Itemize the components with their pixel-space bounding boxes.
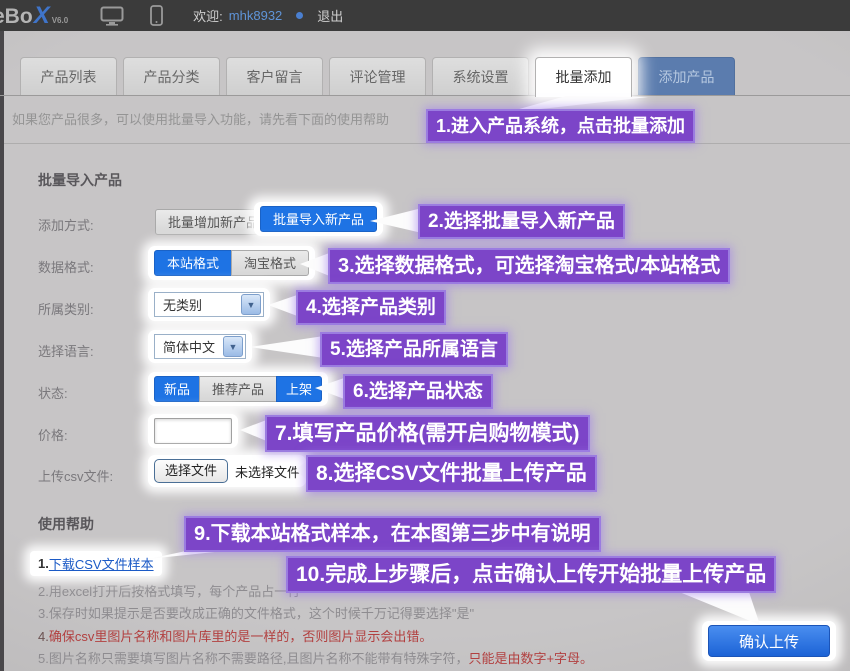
chevron-down-icon: ▼ bbox=[241, 294, 261, 315]
annotation-step-8: 8.选择CSV文件批量上传产品 bbox=[308, 457, 595, 490]
annotation-step-2: 2.选择批量导入新产品 bbox=[420, 206, 623, 237]
annotation-step-4: 4.选择产品类别 bbox=[298, 292, 444, 323]
annotation-step-6: 6.选择产品状态 bbox=[345, 376, 491, 407]
window-left-edge bbox=[0, 31, 4, 671]
button-batch-import-products[interactable]: 批量导入新产品 bbox=[260, 206, 377, 232]
file-status-text: 未选择文件 bbox=[235, 462, 300, 481]
highlight-language-select: 简体中文 ▼ bbox=[148, 330, 252, 363]
annotation-step-1: 1.进入产品系统，点击批量添加 bbox=[428, 111, 693, 141]
highlight-status-group: 新品 推荐产品 上架 bbox=[148, 372, 328, 406]
language-select-value: 简体中文 bbox=[163, 337, 215, 356]
button-status-on-shelf[interactable]: 上架 bbox=[276, 376, 322, 402]
label-data-format: 数据格式: bbox=[38, 257, 94, 276]
section-title-help: 使用帮助 bbox=[38, 514, 94, 534]
help-item-5: 5.图片名称只需要填写图片名称不需要路径,且图片名称不能带有特殊字符，只能是由数… bbox=[38, 648, 593, 667]
app-logo: eBoXV6.0 bbox=[0, 2, 68, 30]
tab-product-list[interactable]: 产品列表 bbox=[20, 57, 117, 95]
choose-file-button[interactable]: 选择文件 bbox=[154, 459, 228, 483]
highlight-price-input bbox=[148, 414, 238, 448]
label-status: 状态: bbox=[38, 383, 68, 402]
help-item-4: 4.确保csv里图片名称和图片库里的是一样的，否则图片显示会出错。 bbox=[38, 626, 432, 645]
logo-x: X bbox=[34, 2, 50, 30]
help-item-3: 3.保存时如果提示是否要改成正确的文件格式，这个时候千万记得要选择"是" bbox=[38, 603, 474, 622]
label-price: 价格: bbox=[38, 425, 68, 444]
label-category: 所属类别: bbox=[38, 299, 94, 318]
highlight-batch-import-button: 批量导入新产品 bbox=[254, 202, 383, 236]
logout-button[interactable]: 退出 bbox=[317, 6, 343, 25]
logo-text: eBo bbox=[0, 5, 33, 29]
help-item-number: 1. bbox=[38, 556, 49, 571]
button-status-recommended[interactable]: 推荐产品 bbox=[199, 376, 277, 402]
download-csv-sample-link[interactable]: 下载CSV文件样本 bbox=[49, 554, 154, 573]
chevron-down-icon: ▼ bbox=[223, 336, 243, 357]
category-select-value: 无类别 bbox=[163, 295, 202, 314]
annotation-step-5: 5.选择产品所属语言 bbox=[322, 334, 506, 365]
notice-text: 如果您产品很多，可以使用批量导入功能，请先看下面的使用帮助 bbox=[12, 96, 389, 143]
button-status-new[interactable]: 新品 bbox=[154, 376, 200, 402]
language-select[interactable]: 简体中文 ▼ bbox=[154, 334, 246, 359]
annotation-step-3: 3.选择数据格式，可选择淘宝格式/本站格式 bbox=[330, 250, 728, 282]
annotation-step-9: 9.下载本站格式样本，在本图第三步中有说明 bbox=[186, 518, 599, 550]
status-dot-icon bbox=[296, 12, 303, 19]
tab-system-settings[interactable]: 系统设置 bbox=[432, 57, 529, 95]
welcome-area: 欢迎: mhk8932 退出 bbox=[193, 6, 343, 25]
page: eBoXV6.0 欢迎: mhk8932 退出 产品列表 产品分类 客户留言 评… bbox=[0, 0, 850, 671]
highlight-data-format-group: 本站格式 淘宝格式 bbox=[148, 246, 315, 280]
tab-customer-messages[interactable]: 客户留言 bbox=[226, 57, 323, 95]
confirm-upload-button[interactable]: 确认上传 bbox=[708, 625, 830, 657]
annotation-step-7: 7.填写产品价格(需开启购物模式) bbox=[267, 417, 588, 450]
smartphone-icon[interactable] bbox=[150, 5, 163, 26]
notice-bar: 如果您产品很多，可以使用批量导入功能，请先看下面的使用帮助 bbox=[0, 96, 850, 144]
category-select[interactable]: 无类别 ▼ bbox=[154, 292, 264, 317]
highlight-csv-sample-link: 1.下载CSV文件样本 bbox=[30, 551, 162, 576]
tab-batch-add[interactable]: 批量添加 bbox=[535, 57, 632, 97]
tab-bar: 产品列表 产品分类 客户留言 评论管理 系统设置 批量添加 添加产品 bbox=[20, 57, 735, 97]
username[interactable]: mhk8932 bbox=[229, 8, 282, 23]
highlight-category-select: 无类别 ▼ bbox=[148, 288, 270, 321]
button-site-format[interactable]: 本站格式 bbox=[154, 250, 232, 276]
top-header-bar: eBoXV6.0 欢迎: mhk8932 退出 bbox=[0, 0, 850, 31]
highlight-submit-button: 确认上传 bbox=[702, 621, 836, 661]
tab-product-category[interactable]: 产品分类 bbox=[123, 57, 220, 95]
label-add-method: 添加方式: bbox=[38, 215, 94, 234]
label-language: 选择语言: bbox=[38, 341, 94, 360]
logo-version: V6.0 bbox=[52, 16, 68, 25]
button-taobao-format[interactable]: 淘宝格式 bbox=[231, 250, 309, 276]
tab-add-product[interactable]: 添加产品 bbox=[638, 57, 735, 95]
tab-comment-management[interactable]: 评论管理 bbox=[329, 57, 426, 95]
highlight-file-input: 选择文件 未选择文件 bbox=[148, 455, 306, 487]
annotation-step-10: 10.完成上步骤后，点击确认上传开始批量上传产品 bbox=[288, 558, 774, 591]
price-input[interactable] bbox=[154, 418, 232, 444]
label-csv-upload: 上传csv文件: bbox=[38, 466, 113, 485]
help-item-2: 2.用excel打开后按格式填写，每个产品占一行 bbox=[38, 581, 300, 600]
desktop-icon[interactable] bbox=[100, 6, 124, 26]
section-title-batch-import: 批量导入产品 bbox=[38, 170, 122, 190]
welcome-label: 欢迎: bbox=[193, 6, 223, 25]
